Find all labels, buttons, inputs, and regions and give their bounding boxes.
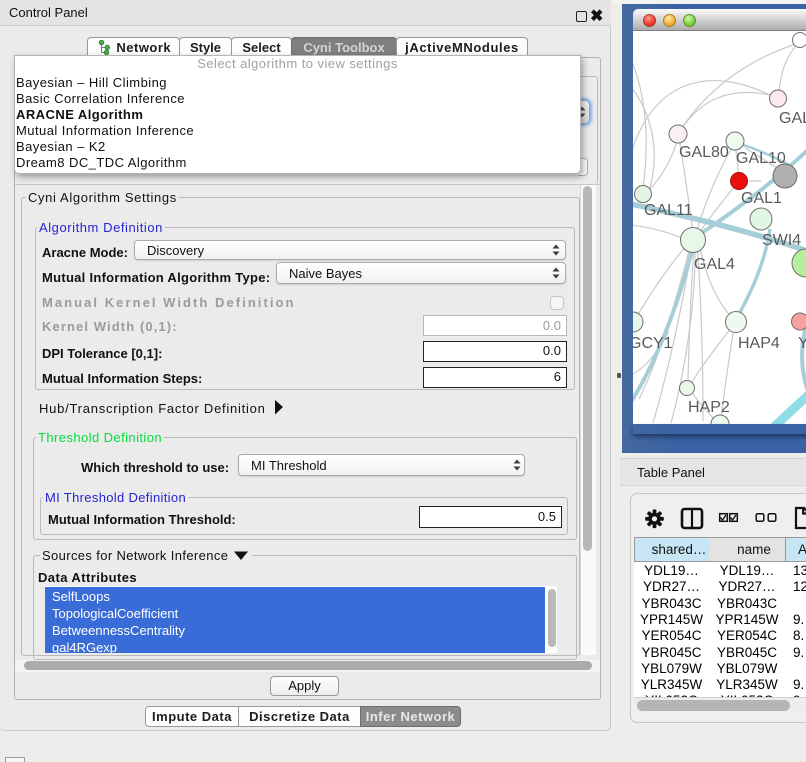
svg-text:HAP4: HAP4: [738, 335, 780, 352]
svg-text:SWI4: SWI4: [762, 232, 801, 249]
svg-text:YM: YM: [798, 335, 806, 352]
svg-text:GAL4: GAL4: [694, 256, 735, 273]
svg-text:GAL11: GAL11: [644, 202, 693, 219]
svg-text:GCY1: GCY1: [633, 335, 673, 352]
svg-text:HAP2: HAP2: [688, 399, 730, 416]
svg-text:GAL7: GAL7: [779, 110, 806, 127]
svg-text:GAL80: GAL80: [679, 144, 729, 161]
svg-text:GAL1: GAL1: [741, 190, 782, 207]
svg-text:GAL10: GAL10: [736, 150, 786, 167]
